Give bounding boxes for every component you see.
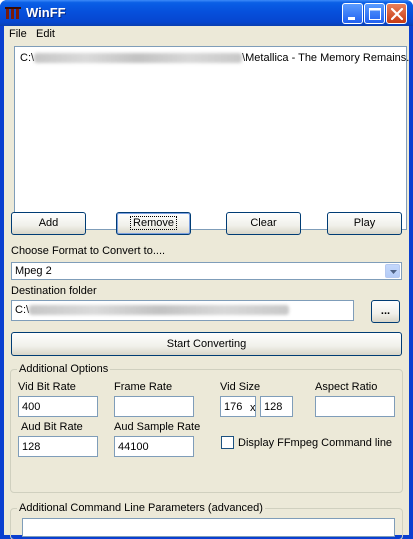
- additional-options-title: Additional Options: [17, 363, 111, 375]
- play-button-label: Play: [353, 217, 376, 229]
- minimize-icon: [348, 17, 355, 20]
- redacted-path: [34, 53, 243, 64]
- format-select[interactable]: Mpeg 2: [11, 262, 402, 280]
- close-button[interactable]: [386, 3, 407, 24]
- format-selected-value: Mpeg 2: [15, 265, 52, 277]
- advanced-params-title: Additional Command Line Parameters (adva…: [17, 502, 265, 514]
- browse-button[interactable]: ...: [371, 300, 400, 323]
- file-path-suffix: \Metallica - The Memory Remains.: [242, 52, 410, 64]
- advanced-params-field[interactable]: [22, 518, 395, 537]
- browse-button-label: ...: [380, 305, 391, 317]
- advanced-params-input[interactable]: [23, 519, 394, 536]
- aspect-ratio-label: Aspect Ratio: [315, 381, 378, 393]
- aspect-ratio-field[interactable]: [315, 396, 395, 417]
- file-path-prefix: C:\: [20, 52, 35, 64]
- aspect-ratio-input[interactable]: [316, 397, 394, 416]
- vid-bit-rate-label: Vid Bit Rate: [18, 381, 76, 393]
- window-title: WinFF: [26, 5, 66, 20]
- display-cmd-checkbox[interactable]: [221, 436, 234, 449]
- format-label: Choose Format to Convert to....: [11, 245, 166, 257]
- menu-bar: File Edit: [4, 26, 409, 43]
- minimize-button[interactable]: [342, 3, 363, 24]
- destination-label: Destination folder: [11, 285, 97, 297]
- add-button[interactable]: Add: [11, 212, 86, 235]
- aud-sample-rate-field[interactable]: [114, 436, 194, 457]
- destination-field[interactable]: C:\: [11, 300, 354, 321]
- file-list[interactable]: C:\ \Metallica - The Memory Remains.: [14, 46, 409, 230]
- display-cmd-label: Display FFmpeg Command line: [238, 437, 393, 449]
- frame-rate-label: Frame Rate: [114, 381, 173, 393]
- clear-button-label: Clear: [250, 217, 277, 229]
- redacted-destination: [29, 305, 290, 316]
- maximize-button[interactable]: [364, 3, 385, 24]
- add-button-label: Add: [38, 217, 59, 229]
- vid-size-separator: x: [250, 402, 256, 414]
- destination-value: C:\: [15, 304, 30, 316]
- client-area: File Edit C:\ \Metallica - The Memory Rem…: [4, 26, 409, 539]
- aud-sample-rate-input[interactable]: [115, 437, 193, 456]
- vid-size-height-input[interactable]: [261, 397, 292, 416]
- vid-size-height-field[interactable]: [260, 396, 293, 417]
- remove-button-label: Remove: [130, 216, 177, 230]
- start-converting-button[interactable]: Start Converting: [11, 332, 402, 356]
- clear-button[interactable]: Clear: [226, 212, 301, 235]
- maximize-icon: [369, 8, 381, 20]
- play-button[interactable]: Play: [327, 212, 402, 235]
- app-window: WinFF File Edit C:\ \Metallica - The Memo…: [0, 0, 413, 539]
- vid-size-label: Vid Size: [220, 381, 261, 393]
- dropdown-button[interactable]: [385, 264, 400, 278]
- app-icon: [5, 7, 21, 19]
- vid-bit-rate-field[interactable]: [18, 396, 98, 417]
- vid-bit-rate-input[interactable]: [19, 397, 97, 416]
- start-converting-label: Start Converting: [166, 338, 247, 350]
- frame-rate-input[interactable]: [115, 397, 193, 416]
- frame-rate-field[interactable]: [114, 396, 194, 417]
- chevron-down-icon: [390, 270, 397, 274]
- list-item[interactable]: C:\ \Metallica - The Memory Remains.: [20, 52, 409, 64]
- aud-sample-rate-label: Aud Sample Rate: [114, 421, 201, 433]
- remove-button[interactable]: Remove: [116, 212, 191, 235]
- aud-bit-rate-field[interactable]: [18, 436, 98, 457]
- title-bar[interactable]: WinFF: [0, 0, 413, 26]
- menu-file[interactable]: File: [9, 28, 27, 40]
- aud-bit-rate-input[interactable]: [19, 437, 97, 456]
- aud-bit-rate-label: Aud Bit Rate: [21, 421, 83, 433]
- close-icon: [390, 7, 404, 21]
- menu-edit[interactable]: Edit: [36, 28, 55, 40]
